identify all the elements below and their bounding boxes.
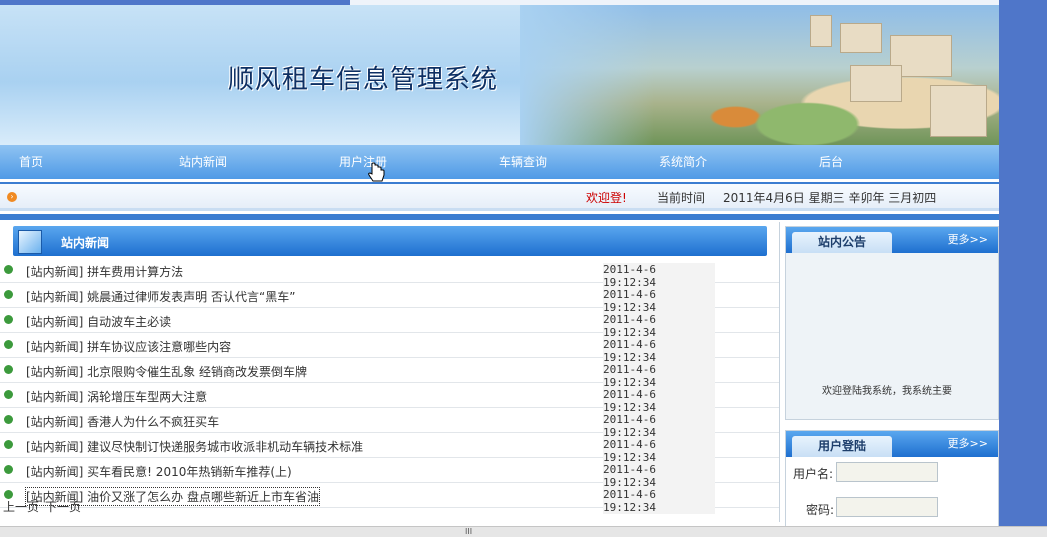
nav-admin[interactable]: 后台 bbox=[819, 153, 843, 170]
notice-heading: 站内公告 bbox=[792, 232, 892, 253]
news-row: [站内新闻] 买车看民意! 2010年热销新车推荐(上) 2011-4-6 19:… bbox=[0, 458, 779, 489]
nav-vehicle-search[interactable]: 车辆查询 bbox=[499, 153, 547, 170]
news-title-link[interactable]: [站内新闻] 姚晨通过律师发表声明 否认代言“黑车” bbox=[26, 288, 295, 305]
welcome-text: 欢迎登! bbox=[586, 191, 627, 205]
news-row: [站内新闻] 建议尽快制订快递服务城市收派非机动车辆技术标准 2011-4-6 1… bbox=[0, 433, 779, 464]
news-title-link[interactable]: [站内新闻] 拼车费用计算方法 bbox=[26, 263, 183, 280]
nav-news[interactable]: 站内新闻 bbox=[179, 153, 227, 170]
prev-page-link[interactable]: 上一页 bbox=[3, 500, 39, 514]
building bbox=[930, 85, 987, 137]
news-row: [站内新闻] 拼车费用计算方法 2011-4-6 19:12:34 bbox=[0, 258, 779, 289]
news-heading: 站内新闻 bbox=[61, 236, 110, 250]
news-title-link[interactable]: [站内新闻] 拼车协议应该注意哪些内容 bbox=[26, 338, 231, 355]
building bbox=[850, 65, 902, 102]
bullet-icon bbox=[4, 340, 13, 349]
current-time-value: 2011年4月6日 星期三 辛卯年 三月初四 bbox=[723, 191, 937, 205]
news-title-link[interactable]: [站内新闻] 香港人为什么不疯狂买车 bbox=[26, 413, 219, 430]
username-label: 用户名: bbox=[793, 467, 834, 481]
bullet-icon bbox=[4, 365, 13, 374]
news-date: 2011-4-6 19:12:34 bbox=[603, 488, 715, 514]
site-title: 顺风租车信息管理系统 bbox=[228, 65, 499, 95]
bullet-icon bbox=[4, 465, 13, 474]
bullet-icon bbox=[4, 440, 13, 449]
login-header: 用户登陆 更多>> bbox=[786, 431, 998, 457]
password-label: 密码: bbox=[806, 503, 835, 517]
login-panel: 用户登陆 更多>> 用户名: 密码: bbox=[785, 430, 999, 527]
news-row: [站内新闻] 姚晨通过律师发表声明 否认代言“黑车” 2011-4-6 19:12… bbox=[0, 283, 779, 314]
window-edge bbox=[999, 0, 1047, 536]
monitor-icon bbox=[18, 230, 42, 254]
notice-header: 站内公告 更多>> bbox=[786, 227, 998, 253]
news-title-link[interactable]: [站内新闻] 北京限购令催生乱象 经销商改发票倒车牌 bbox=[26, 363, 307, 380]
building bbox=[810, 15, 832, 47]
notice-marquee: 欢迎登陆我系统，我系统主要 bbox=[822, 386, 952, 397]
news-row: [站内新闻] 北京限购令催生乱象 经销商改发票倒车牌 2011-4-6 19:12… bbox=[0, 358, 779, 389]
pager: 上一页 下一页 bbox=[3, 498, 87, 515]
news-row: [站内新闻] 涡轮增压车型两大注意 2011-4-6 19:12:34 bbox=[0, 383, 779, 414]
info-bar: › 欢迎登! 当前时间 2011年4月6日 星期三 辛卯年 三月初四 bbox=[0, 182, 999, 208]
news-title-link[interactable]: [站内新闻] 自动波车主必读 bbox=[26, 313, 171, 330]
main-nav: 首页 站内新闻 用户注册 车辆查询 系统简介 后台 bbox=[0, 145, 999, 179]
nav-home[interactable]: 首页 bbox=[19, 153, 43, 170]
notice-panel: 站内公告 更多>> 欢迎登陆我系统，我系统主要 bbox=[785, 226, 999, 420]
news-row: [站内新闻] 自动波车主必读 2011-4-6 19:12:34 bbox=[0, 308, 779, 339]
bullet-icon bbox=[4, 415, 13, 424]
horizontal-scrollbar[interactable]: III bbox=[0, 526, 1047, 537]
arrow-circle-icon: › bbox=[7, 192, 17, 202]
divider bbox=[0, 214, 999, 220]
building bbox=[840, 23, 882, 53]
news-panel: 站内新闻 [站内新闻] 拼车费用计算方法 2011-4-6 19:12:34 [站… bbox=[0, 222, 780, 522]
bullet-icon bbox=[4, 390, 13, 399]
news-title-link[interactable]: [站内新闻] 建议尽快制订快递服务城市收派非机动车辆技术标准 bbox=[26, 438, 363, 455]
login-heading: 用户登陆 bbox=[792, 436, 892, 457]
site-banner: 顺风租车信息管理系统 bbox=[0, 5, 999, 145]
divider bbox=[0, 208, 999, 211]
news-row: [站内新闻] 油价又涨了怎么办 盘点哪些新近上市车省油 2011-4-6 19:1… bbox=[0, 483, 779, 514]
bullet-icon bbox=[4, 265, 13, 274]
city-photo bbox=[520, 5, 999, 145]
news-title-link[interactable]: [站内新闻] 涡轮增压车型两大注意 bbox=[26, 388, 207, 405]
current-time-label: 当前时间 bbox=[657, 191, 706, 205]
hand-cursor-icon bbox=[368, 162, 385, 182]
news-list: [站内新闻] 拼车费用计算方法 2011-4-6 19:12:34 [站内新闻] … bbox=[0, 258, 779, 514]
scrollbar-grip[interactable]: III bbox=[465, 527, 472, 536]
login-more-link[interactable]: 更多>> bbox=[948, 435, 988, 451]
notice-more-link[interactable]: 更多>> bbox=[948, 231, 988, 247]
news-header: 站内新闻 bbox=[13, 226, 767, 256]
news-title-link[interactable]: [站内新闻] 买车看民意! 2010年热销新车推荐(上) bbox=[26, 463, 292, 480]
news-row: [站内新闻] 香港人为什么不疯狂买车 2011-4-6 19:12:34 bbox=[0, 408, 779, 439]
nav-about[interactable]: 系统简介 bbox=[659, 153, 707, 170]
username-input[interactable] bbox=[836, 462, 938, 482]
password-input[interactable] bbox=[836, 497, 938, 517]
bullet-icon bbox=[4, 290, 13, 299]
bullet-icon bbox=[4, 315, 13, 324]
news-row: [站内新闻] 拼车协议应该注意哪些内容 2011-4-6 19:12:34 bbox=[0, 333, 779, 364]
next-page-link[interactable]: 下一页 bbox=[45, 500, 81, 514]
